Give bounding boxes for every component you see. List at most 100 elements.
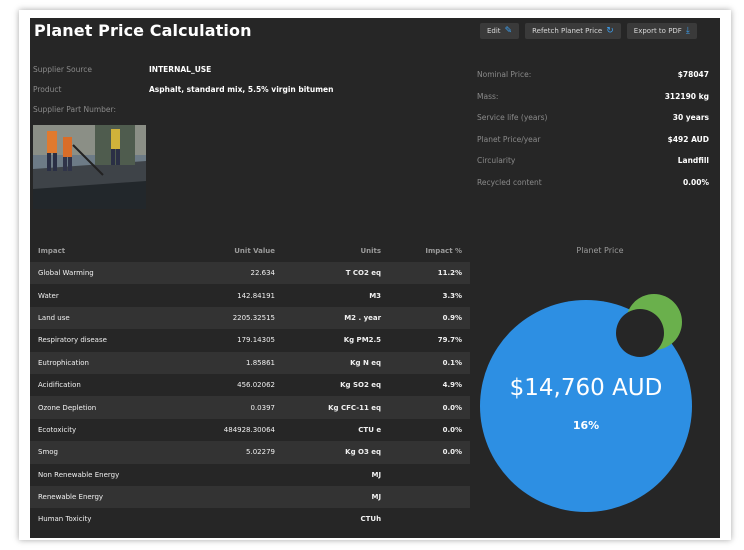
unit-value: 179.14305	[237, 336, 275, 345]
table-row: Land use 2205.32515 M2 . year 0.9%	[30, 306, 470, 330]
table-row: Ozone Depletion 0.0397 Kg CFC-11 eq 0.0%	[30, 396, 470, 419]
table-row: Renewable Energy MJ	[30, 485, 470, 509]
edit-button-label: Edit	[487, 27, 501, 35]
chart-title: Planet Price	[576, 246, 624, 255]
unit-value	[180, 464, 283, 486]
impact-table-header: Impact Unit Value Units Impact %	[30, 240, 470, 262]
units: M3	[369, 291, 382, 300]
refetch-planet-price-button[interactable]: Refetch Planet Price ↻	[525, 23, 621, 39]
impact-name: Ecotoxicity	[38, 425, 77, 434]
impact-name: Human Toxicity	[38, 515, 92, 524]
unit-value: 0.0397	[250, 403, 276, 412]
pencil-icon: ✎	[504, 25, 513, 36]
edit-button[interactable]: Edit ✎	[480, 23, 520, 39]
units: Kg O3 eq	[345, 448, 382, 457]
stat-planet-price-year: Planet Price/year $492 AUD	[477, 135, 709, 157]
units: Kg N eq	[350, 358, 382, 367]
export-pdf-button[interactable]: Export to PDF ⤓	[626, 23, 697, 39]
unit-value: 484928.30064	[223, 425, 275, 434]
impact-name: Smog	[38, 448, 58, 457]
units: MJ	[371, 493, 382, 502]
column-header[interactable]: Impact %	[389, 240, 470, 262]
product-info: Supplier Source INTERNAL_USE Product Asp…	[33, 65, 333, 125]
unit-value	[180, 508, 283, 530]
stat-value: 0.00%	[682, 177, 709, 187]
table-row: Human Toxicity CTUh	[30, 508, 470, 530]
impact-percent	[389, 464, 470, 486]
stat-value: $492 AUD	[667, 134, 709, 144]
table-row: Respiratory disease 179.14305 Kg PM2.5 79.7…	[30, 329, 470, 351]
part-number-row: Supplier Part Number:	[33, 105, 333, 125]
planet-price-panel: Planet Price Calculation Edit ✎ Refetch …	[30, 18, 720, 538]
stat-service-life: Service life (years) 30 years	[477, 113, 709, 135]
units: MJ	[371, 470, 382, 479]
refetch-button-label: Refetch Planet Price	[532, 27, 603, 35]
units: CTU e	[358, 425, 382, 434]
stat-value: Landfill	[677, 156, 709, 165]
toolbar: Edit ✎ Refetch Planet Price ↻ Export to …	[480, 23, 697, 39]
units: M2 . year	[344, 313, 382, 322]
supplier-source-label: Supplier Source	[33, 65, 93, 74]
impact-name: Global Warming	[38, 269, 94, 278]
export-button-label: Export to PDF	[633, 27, 682, 35]
impact-percent: 11.2%	[437, 269, 462, 278]
planet-price-percent: 16%	[572, 419, 600, 432]
planet-price-value: $14,760 AUD	[509, 375, 663, 401]
units: T CO2 eq	[345, 269, 382, 278]
table-row: Water 142.84191 M3 3.3%	[30, 284, 470, 306]
units: CTUh	[360, 515, 382, 524]
supplier-source-row: Supplier Source INTERNAL_USE	[33, 65, 333, 85]
impact-percent: 0.0%	[442, 448, 462, 457]
impact-percent: 0.9%	[442, 313, 462, 322]
page-title: Planet Price Calculation	[34, 21, 252, 40]
stat-label: Recycled content	[477, 177, 542, 187]
unit-value: 2205.32515	[232, 313, 275, 322]
impact-percent: 0.1%	[442, 358, 462, 367]
impact-name: Ozone Depletion	[38, 403, 97, 412]
impact-percent: 0.0%	[442, 425, 462, 434]
impact-name: Acidification	[38, 381, 81, 390]
table-row: Smog 5.02279 Kg O3 eq 0.0%	[30, 441, 470, 464]
stat-value: $78047	[677, 70, 709, 79]
impact-name: Land use	[38, 313, 70, 322]
impact-name: Water	[38, 291, 59, 300]
impact-percent: 4.9%	[442, 381, 462, 390]
column-header[interactable]: Impact	[30, 240, 180, 262]
product-value: Asphalt, standard mix, 5.5% virgin bitum…	[149, 85, 334, 94]
impact-percent: 3.3%	[442, 291, 462, 300]
impact-percent	[389, 486, 470, 508]
unit-value: 22.634	[250, 269, 276, 278]
product-label: Product	[33, 85, 62, 94]
part-number-label: Supplier Part Number:	[33, 105, 116, 114]
table-row: Ecotoxicity 484928.30064 CTU e 0.0%	[30, 419, 470, 441]
stat-nominal-price: Nominal Price: $78047	[477, 70, 709, 92]
stat-label: Nominal Price:	[477, 70, 532, 79]
overlap-shade	[616, 309, 664, 357]
units: Kg CFC-11 eq	[328, 403, 382, 412]
impact-percent: 0.0%	[442, 403, 462, 412]
refresh-icon: ↻	[606, 25, 614, 36]
column-header[interactable]: Unit Value	[180, 240, 283, 262]
stat-mass: Mass: 312190 kg	[477, 92, 709, 114]
unit-value: 5.02279	[246, 448, 275, 457]
supplier-source-value: INTERNAL_USE	[149, 65, 212, 74]
units: Kg PM2.5	[343, 336, 382, 345]
unit-value: 1.85861	[246, 358, 275, 367]
unit-value: 142.84191	[237, 291, 275, 300]
download-icon: ⤓	[685, 25, 690, 36]
impact-name: Non Renewable Energy	[38, 470, 120, 479]
impact-percent: 79.7%	[437, 336, 462, 345]
price-stats: Nominal Price: $78047 Mass: 312190 kg Se…	[477, 70, 709, 199]
table-row: Acidification 456.02062 Kg SO2 eq 4.9%	[30, 374, 470, 396]
column-header[interactable]: Units	[283, 240, 389, 262]
stat-value: 312190 kg	[664, 91, 709, 101]
table-row: Global Warming 22.634 T CO2 eq 11.2%	[30, 262, 470, 285]
stat-label: Planet Price/year	[477, 134, 541, 144]
unit-value	[180, 486, 283, 508]
stat-recycled-content: Recycled content 0.00%	[477, 178, 709, 200]
units: Kg SO2 eq	[340, 381, 382, 390]
product-photo	[33, 125, 146, 209]
unit-value: 456.02062	[237, 381, 275, 390]
impact-name: Respiratory disease	[38, 336, 107, 345]
impact-name: Renewable Energy	[38, 493, 104, 502]
